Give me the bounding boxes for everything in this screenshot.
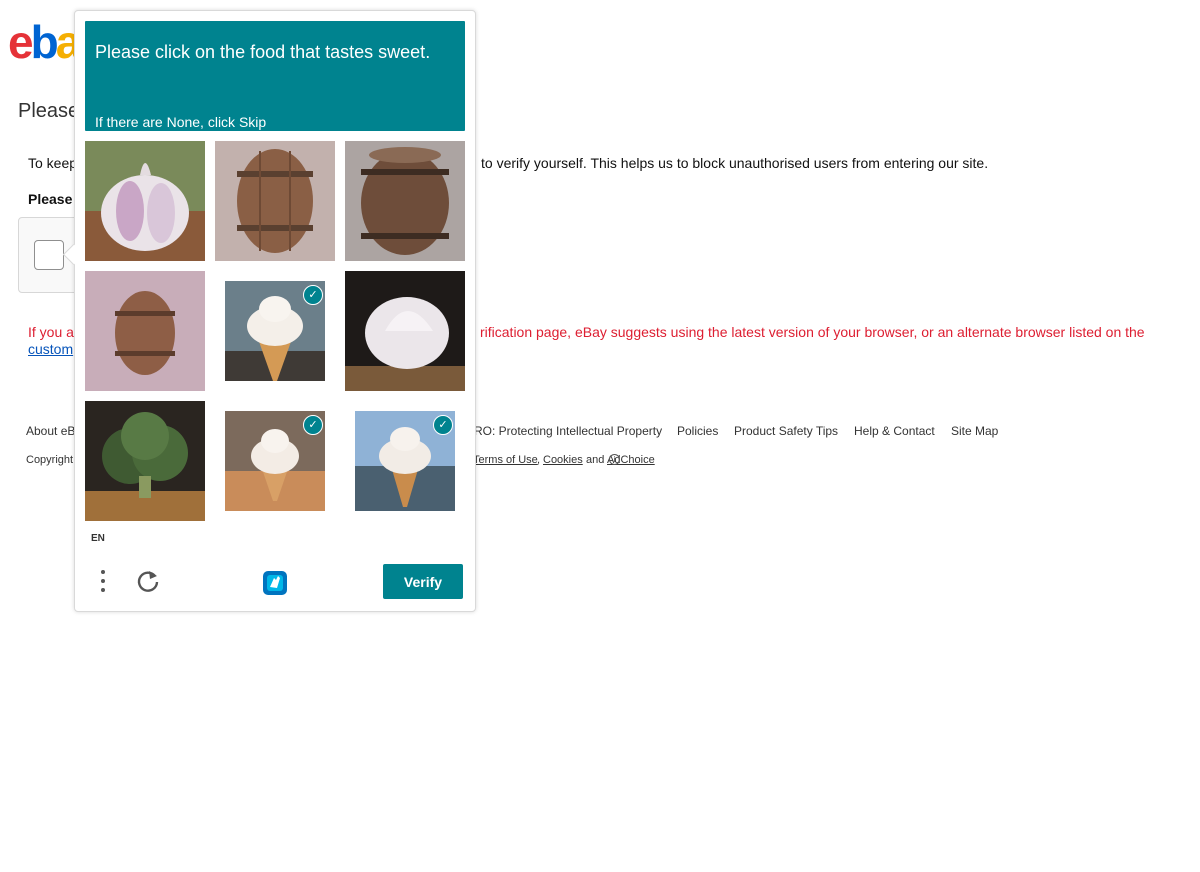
captcha-challenge: Please click on the food that tastes swe… (62, 10, 476, 612)
selected-check-icon: ✓ (433, 415, 453, 435)
tile-garlic[interactable] (85, 141, 205, 261)
tile-garlic[interactable] (345, 271, 465, 391)
cookies-link[interactable]: Cookies (543, 454, 583, 466)
footer-link-about[interactable]: About eB (26, 424, 75, 438)
selected-check-icon: ✓ (303, 285, 323, 305)
captcha-checkbox[interactable] (34, 240, 64, 270)
verify-button[interactable]: Verify (383, 564, 463, 599)
barrel-image (345, 141, 465, 261)
tile-barrel[interactable] (215, 141, 335, 261)
tile-ice-cream[interactable]: ✓ (225, 411, 325, 511)
tile-barrel[interactable] (345, 141, 465, 261)
barrel-image (85, 271, 205, 391)
challenge-question: Please click on the food that tastes swe… (95, 42, 431, 62)
language-selector[interactable]: EN (91, 533, 105, 544)
footer-link-site-map[interactable]: Site Map (951, 424, 998, 438)
selected-check-icon: ✓ (303, 415, 323, 435)
verify-label: Please (28, 191, 73, 207)
barrel-image (215, 141, 335, 261)
tile-ice-cream[interactable]: ✓ (355, 411, 455, 511)
footer-link-vero[interactable]: RO: Protecting Intellectual Property (474, 424, 662, 438)
challenge-hint: If there are None, click Skip (95, 114, 267, 130)
challenge-prompt: Please click on the food that tastes swe… (85, 21, 465, 131)
tile-barrel[interactable] (85, 271, 205, 391)
customer-service-link[interactable]: custom (28, 341, 73, 357)
terms-link[interactable]: Terms of Use (473, 454, 538, 466)
broccoli-image (85, 401, 205, 521)
refresh-icon[interactable] (135, 568, 161, 594)
info-icon: i (609, 454, 620, 465)
footer-link-policies[interactable]: Policies (677, 424, 718, 438)
kebab-menu-icon[interactable] (93, 567, 113, 595)
footer-link-help-contact[interactable]: Help & Contact (854, 424, 935, 438)
hcaptcha-logo-icon[interactable] (258, 566, 292, 600)
page-title: Please (18, 100, 80, 122)
garlic-image (345, 271, 465, 391)
tile-broccoli[interactable] (85, 401, 205, 521)
garlic-image (85, 141, 205, 261)
footer-link-product-safety[interactable]: Product Safety Tips (734, 424, 838, 438)
tile-ice-cream[interactable]: ✓ (225, 281, 325, 381)
